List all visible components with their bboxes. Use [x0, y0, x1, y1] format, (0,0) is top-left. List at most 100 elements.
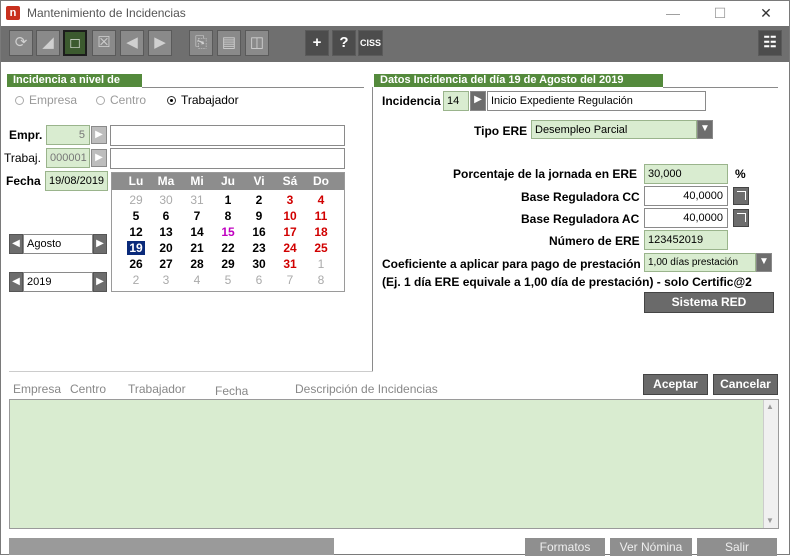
accept-button[interactable]: Aceptar	[643, 374, 708, 395]
calendar-day[interactable]: 9	[244, 209, 274, 224]
tipo-ere-select[interactable]: Desempleo Parcial	[531, 120, 697, 139]
print-icon[interactable]: ⎘	[189, 30, 213, 56]
calendar-day[interactable]: 13	[151, 225, 181, 240]
base-cc-edit-icon[interactable]	[733, 187, 749, 205]
col-centro[interactable]: Centro	[70, 382, 106, 396]
calendar-day[interactable]: 10	[275, 209, 305, 224]
col-empresa[interactable]: Empresa	[13, 382, 61, 396]
radio-empresa[interactable]: Empresa	[15, 93, 77, 107]
calendar-day[interactable]: 29	[213, 257, 243, 272]
calendar-day[interactable]: 26	[121, 257, 151, 272]
calendar-day[interactable]: 20	[151, 241, 181, 256]
calendar-day[interactable]: 6	[151, 209, 181, 224]
year-prev-icon[interactable]: ◀	[9, 272, 23, 292]
calendar-day[interactable]: 5	[121, 209, 151, 224]
close-icon[interactable]: ✕	[743, 1, 789, 26]
calendar-day[interactable]: 28	[182, 257, 212, 272]
calendar-day[interactable]: 3	[151, 273, 181, 288]
calendar-day[interactable]: 1	[306, 257, 336, 272]
calendar-day[interactable]: 12	[121, 225, 151, 240]
calendar-day[interactable]: 21	[182, 241, 212, 256]
calendar-day[interactable]: 1	[213, 193, 243, 208]
trabaj-field[interactable]: 000001	[46, 148, 90, 168]
month-prev-icon[interactable]: ◀	[9, 234, 23, 254]
formatos-button[interactable]: Formatos	[525, 538, 605, 556]
list-scrollbar[interactable]: ▲ ▼	[763, 400, 778, 528]
calendar-day[interactable]: 31	[182, 193, 212, 208]
calendar-day[interactable]: 17	[275, 225, 305, 240]
tipo-ere-dropdown-icon[interactable]: ▼	[697, 120, 713, 139]
month-next-icon[interactable]: ▶	[93, 234, 107, 254]
help-button[interactable]: ?	[332, 30, 356, 56]
month-field[interactable]: Agosto	[23, 234, 93, 254]
calendar-day[interactable]: 7	[182, 209, 212, 224]
document-icon[interactable]: ▤	[217, 30, 241, 56]
calendar-day[interactable]: 15	[213, 225, 243, 240]
calendar-day[interactable]: 24	[275, 241, 305, 256]
trabaj-name-field[interactable]	[110, 148, 345, 169]
incidencia-code-field[interactable]: 14	[443, 91, 469, 111]
excel-icon[interactable]: ◫	[245, 30, 269, 56]
ciss-button[interactable]: CISS	[358, 30, 383, 56]
coeficiente-dropdown-icon[interactable]: ▼	[756, 253, 772, 272]
salir-button[interactable]: Salir	[697, 538, 777, 556]
calendar-day[interactable]: 8	[213, 209, 243, 224]
calendar-day[interactable]: 25	[306, 241, 336, 256]
calendar-day[interactable]: 16	[244, 225, 274, 240]
calendar-day[interactable]: 30	[151, 193, 181, 208]
base-ac-edit-icon[interactable]	[733, 209, 749, 227]
calendar-day[interactable]: 29	[121, 193, 151, 208]
calendar-day[interactable]: 8	[306, 273, 336, 288]
empr-field[interactable]: 5	[46, 125, 90, 145]
settings-sliders-icon[interactable]: ☷	[758, 30, 782, 56]
edit-icon[interactable]: ◢	[36, 30, 60, 56]
base-ac-field[interactable]: 40,0000	[644, 208, 728, 228]
new-record-icon[interactable]: □	[63, 30, 87, 56]
plus-button[interactable]: +	[305, 30, 329, 56]
fecha-field[interactable]: 19/08/2019	[45, 171, 108, 191]
calendar-day[interactable]: 14	[182, 225, 212, 240]
coeficiente-select[interactable]: 1,00 días prestación	[644, 253, 756, 272]
previous-icon[interactable]: ◀	[120, 30, 144, 56]
year-next-icon[interactable]: ▶	[93, 272, 107, 292]
incidencia-desc-field[interactable]: Inicio Expediente Regulación	[487, 91, 706, 111]
calendar-day[interactable]: 6	[244, 273, 274, 288]
col-trabajador[interactable]: Trabajador	[128, 382, 186, 396]
calendar-day[interactable]: 5	[213, 273, 243, 288]
calendar-day[interactable]: 2	[244, 193, 274, 208]
sistema-red-button[interactable]: Sistema RED	[644, 292, 774, 313]
calendar-day[interactable]: 22	[213, 241, 243, 256]
radio-trabajador[interactable]: Trabajador	[167, 93, 239, 107]
base-cc-field[interactable]: 40,0000	[644, 186, 728, 206]
maximize-icon[interactable]: ☐	[697, 1, 743, 26]
calendar-day[interactable]: 7	[275, 273, 305, 288]
calendar-day[interactable]: 11	[306, 209, 336, 224]
col-fecha[interactable]: Fecha	[215, 384, 248, 398]
calendar-day[interactable]: 2	[121, 273, 151, 288]
incidencia-lookup-icon[interactable]: ▶	[470, 91, 486, 111]
calendar-day[interactable]: 27	[151, 257, 181, 272]
empr-name-field[interactable]	[110, 125, 345, 146]
calendar-day[interactable]: 23	[244, 241, 274, 256]
minimize-icon[interactable]: —	[650, 1, 696, 26]
cancel-button[interactable]: Cancelar	[713, 374, 778, 395]
calendar-day[interactable]: 19	[121, 241, 151, 256]
ver-nomina-button[interactable]: Ver Nómina	[610, 538, 692, 556]
incidencias-list[interactable]	[9, 399, 779, 529]
calendar-day[interactable]: 30	[244, 257, 274, 272]
radio-centro[interactable]: Centro	[96, 93, 146, 107]
refresh-icon[interactable]: ⟳	[9, 30, 33, 56]
year-field[interactable]: 2019	[23, 272, 93, 292]
next-icon[interactable]: ▶	[148, 30, 172, 56]
calendar-day[interactable]: 3	[275, 193, 305, 208]
porcentaje-field[interactable]: 30,000	[644, 164, 728, 184]
calendar-day[interactable]: 4	[306, 193, 336, 208]
col-descripcion[interactable]: Descripción de Incidencias	[295, 382, 438, 396]
empr-lookup-icon[interactable]: ▶	[91, 126, 107, 144]
calendar-day[interactable]: 31	[275, 257, 305, 272]
scroll-up-icon[interactable]: ▲	[766, 402, 774, 411]
calendar-day[interactable]: 4	[182, 273, 212, 288]
numero-ere-field[interactable]: 123452019	[644, 230, 728, 250]
delete-icon[interactable]: ☒	[92, 30, 116, 56]
scroll-down-icon[interactable]: ▼	[766, 516, 774, 525]
